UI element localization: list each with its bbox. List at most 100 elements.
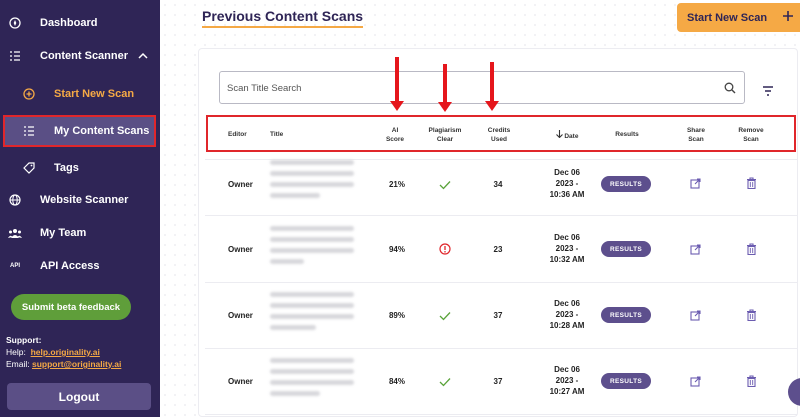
date-line: 2023 - xyxy=(555,179,579,188)
row-ai-score: 84% xyxy=(388,377,405,386)
email-link[interactable]: support@originality.ai xyxy=(32,359,121,369)
col-ai-score-line2: Score xyxy=(385,136,405,143)
col-plagiarism-line1: Plagiarism xyxy=(428,127,462,134)
sidebar-item-website-scanner[interactable]: Website Scanner xyxy=(0,186,160,214)
results-button[interactable]: RESULTS xyxy=(601,176,651,192)
api-icon: API xyxy=(9,263,20,269)
plus-circle-icon xyxy=(22,87,36,101)
sidebar-item-label: My Team xyxy=(40,227,87,239)
col-editor[interactable]: Editor xyxy=(228,130,247,139)
row-editor: Owner xyxy=(228,311,253,320)
sidebar-item-tags[interactable]: Tags xyxy=(0,154,160,182)
date-line: 10:27 AM xyxy=(549,387,585,396)
col-ai-score-line1: AI xyxy=(391,127,399,134)
date-line: Dec 06 xyxy=(554,299,580,308)
date-line: 2023 - xyxy=(555,310,579,319)
row-credits: 37 xyxy=(493,311,503,320)
globe-icon xyxy=(8,193,22,207)
col-date-label: Date xyxy=(564,133,579,140)
col-share[interactable]: Share Scan xyxy=(682,126,710,144)
col-plagiarism[interactable]: Plagiarism Clear xyxy=(426,126,464,144)
sidebar-item-my-content-scans[interactable]: My Content Scans xyxy=(0,117,160,145)
trash-icon[interactable] xyxy=(746,374,757,392)
logout-button[interactable]: Logout xyxy=(7,383,151,410)
row-divider xyxy=(205,215,797,216)
row-credits: 37 xyxy=(493,377,503,386)
col-share-line2: Scan xyxy=(688,136,704,143)
date-line: 10:28 AM xyxy=(549,321,585,330)
list-icon xyxy=(22,124,36,138)
date-line: 10:36 AM xyxy=(549,190,585,199)
share-icon[interactable] xyxy=(690,374,702,392)
check-icon xyxy=(439,177,451,195)
results-button[interactable]: RESULTS xyxy=(601,241,651,257)
help-link[interactable]: help.originality.ai xyxy=(31,347,100,357)
plagiarism-alert-icon xyxy=(439,242,451,260)
row-divider xyxy=(205,414,797,415)
chevron-up-icon[interactable] xyxy=(138,51,148,63)
tag-icon xyxy=(22,161,36,175)
row-title-redacted xyxy=(270,358,354,402)
col-credits-line1: Credits xyxy=(487,127,511,134)
annotation-arrow-plagiarism-head xyxy=(438,102,452,112)
sidebar-item-label: Website Scanner xyxy=(40,194,129,206)
col-date[interactable]: Date xyxy=(549,130,585,141)
annotation-arrow-credits-head xyxy=(485,101,499,111)
row-title-redacted xyxy=(270,226,354,270)
row-divider xyxy=(205,282,797,283)
row-editor: Owner xyxy=(228,180,253,189)
sidebar-item-start-new-scan[interactable]: Start New Scan xyxy=(0,80,160,108)
row-date: Dec 06 2023 - 10:28 AM xyxy=(543,298,591,331)
trash-icon[interactable] xyxy=(746,242,757,260)
annotation-arrow-ai-head xyxy=(390,101,404,111)
check-icon xyxy=(439,374,451,392)
sidebar-item-dashboard[interactable]: Dashboard xyxy=(0,9,160,37)
results-button[interactable]: RESULTS xyxy=(601,373,651,389)
sidebar-item-label: API Access xyxy=(40,260,100,272)
sidebar-item-my-team[interactable]: My Team xyxy=(0,219,160,247)
col-plagiarism-line2: Clear xyxy=(436,136,454,143)
page-title: Previous Content Scans xyxy=(202,8,364,28)
sidebar-item-content-scanner[interactable]: Content Scanner xyxy=(0,42,160,70)
date-line: Dec 06 xyxy=(554,365,580,374)
start-new-scan-label: Start New Scan xyxy=(687,11,768,24)
row-title-redacted xyxy=(270,160,354,204)
submit-beta-feedback-button[interactable]: Submit beta feedback xyxy=(11,294,131,320)
row-divider xyxy=(205,348,797,349)
search-field[interactable]: Scan Title Search xyxy=(219,71,745,104)
share-icon[interactable] xyxy=(690,308,702,326)
help-label: Help: xyxy=(6,347,26,357)
row-credits: 34 xyxy=(493,180,503,189)
col-results[interactable]: Results xyxy=(612,130,642,139)
sidebar-item-api-access[interactable]: API API Access xyxy=(0,252,160,280)
check-icon xyxy=(439,308,451,326)
date-line: Dec 06 xyxy=(554,233,580,242)
share-icon[interactable] xyxy=(690,242,702,260)
row-credits: 23 xyxy=(493,245,503,254)
list-icon xyxy=(8,49,22,63)
filter-icon[interactable] xyxy=(762,83,774,101)
search-icon[interactable] xyxy=(724,81,736,99)
col-ai-score[interactable]: AI Score xyxy=(384,126,406,144)
trash-icon[interactable] xyxy=(746,308,757,326)
col-credits[interactable]: Credits Used xyxy=(484,126,514,144)
support-section: Support: Help: help.originality.ai Email… xyxy=(6,334,121,370)
col-remove-line2: Scan xyxy=(743,136,759,143)
share-icon[interactable] xyxy=(690,176,702,194)
date-line: Dec 06 xyxy=(554,168,580,177)
col-remove[interactable]: Remove Scan xyxy=(736,126,766,144)
sidebar-item-label: Content Scanner xyxy=(40,50,129,62)
trash-icon[interactable] xyxy=(746,176,757,194)
sidebar-item-label: My Content Scans xyxy=(54,125,150,137)
annotation-arrow-ai xyxy=(395,57,399,103)
row-date: Dec 06 2023 - 10:27 AM xyxy=(543,364,591,397)
col-title[interactable]: Title xyxy=(270,130,283,139)
main-content: Previous Content Scans Start New Scan Sc… xyxy=(160,0,800,417)
search-placeholder: Scan Title Search xyxy=(227,83,302,94)
start-new-scan-button[interactable]: Start New Scan xyxy=(677,3,800,32)
email-label: Email: xyxy=(6,359,30,369)
col-remove-line1: Remove xyxy=(738,127,764,134)
results-button[interactable]: RESULTS xyxy=(601,307,651,323)
sidebar-item-label: Tags xyxy=(54,162,79,174)
row-ai-score: 89% xyxy=(388,311,405,320)
